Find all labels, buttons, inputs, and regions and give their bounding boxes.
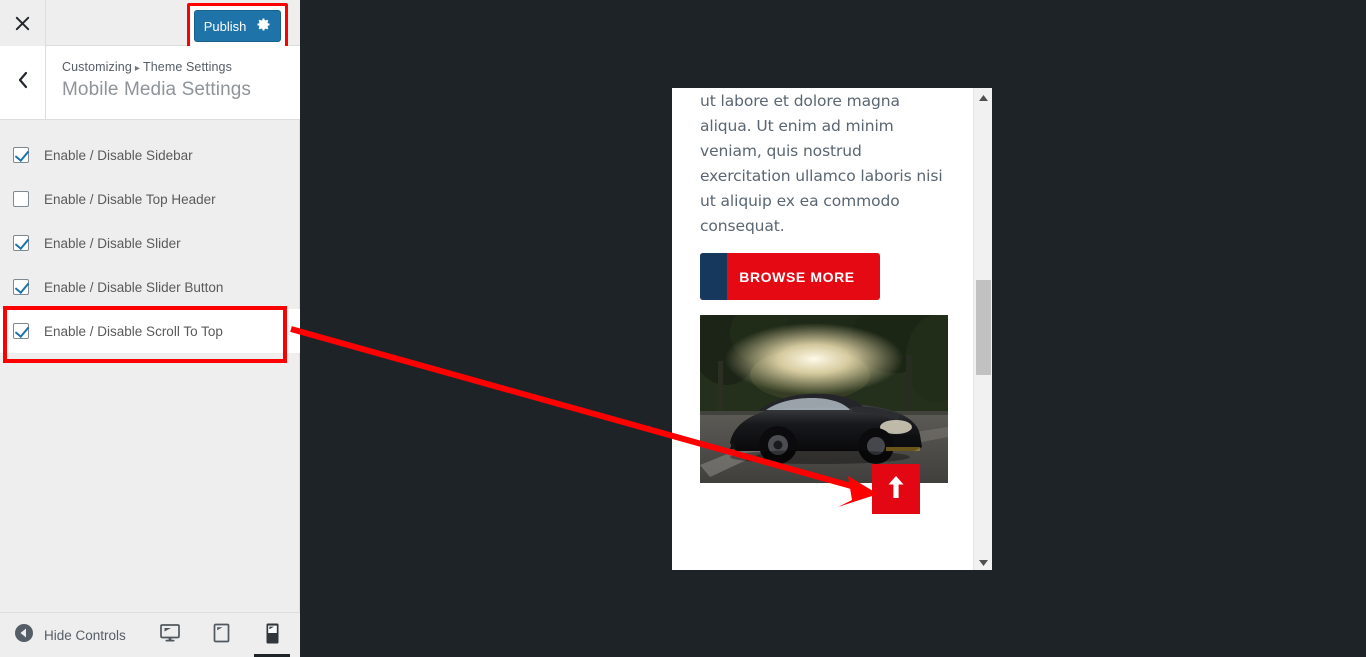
preview-scrollbar[interactable] xyxy=(973,88,992,570)
breadcrumb-separator-icon: ▸ xyxy=(134,63,140,74)
sidebar-header: Publish xyxy=(0,0,300,49)
checkbox-row-slider[interactable]: Enable / Disable Slider xyxy=(0,221,300,265)
checkbox-top-header[interactable] xyxy=(13,191,29,207)
checkbox-sidebar[interactable] xyxy=(13,147,29,163)
desktop-icon xyxy=(160,624,180,647)
caret-up-icon xyxy=(979,88,988,106)
mobile-icon xyxy=(266,623,279,649)
chevron-left-icon xyxy=(17,71,29,94)
preview-body-text: ut labore et dolore magna aliqua. Ut eni… xyxy=(700,92,943,235)
browse-more-button[interactable]: BROWSE MORE xyxy=(700,253,880,300)
checkbox-scroll-to-top[interactable] xyxy=(13,323,29,339)
checkbox-slider-button[interactable] xyxy=(13,279,29,295)
close-icon xyxy=(15,16,30,31)
page-title: Mobile Media Settings xyxy=(62,79,252,100)
customizer-sidebar: Publish Customizing ▸ Theme Settings Mob… xyxy=(0,0,300,657)
arrow-up-icon xyxy=(886,474,906,505)
scrollbar-up-button[interactable] xyxy=(974,88,992,105)
tablet-icon xyxy=(213,623,230,648)
scrollbar-down-button[interactable] xyxy=(974,553,992,570)
hide-controls-button[interactable]: Hide Controls xyxy=(14,623,126,648)
checkbox-label-slider: Enable / Disable Slider xyxy=(44,235,181,251)
hide-controls-label: Hide Controls xyxy=(44,627,126,643)
device-button-mobile[interactable] xyxy=(254,613,290,657)
checkbox-label-top-header: Enable / Disable Top Header xyxy=(44,191,216,207)
checkbox-label-slider-button: Enable / Disable Slider Button xyxy=(44,279,224,295)
panel-title-group: Customizing ▸ Theme Settings Mobile Media … xyxy=(62,60,251,101)
close-customizer-button[interactable] xyxy=(0,0,46,46)
publish-button-label: Publish xyxy=(203,18,247,34)
breadcrumb: Customizing ▸ Theme Settings xyxy=(62,60,251,74)
preview-area: ut labore et dolore magna aliqua. Ut eni… xyxy=(301,0,1366,657)
publish-button[interactable]: Publish xyxy=(194,10,281,42)
breadcrumb-root[interactable]: Customizing xyxy=(62,60,132,74)
device-button-tablet[interactable] xyxy=(206,613,236,657)
checkbox-label-scroll-to-top: Enable / Disable Scroll To Top xyxy=(44,323,223,339)
publish-highlight-annotation: Publish xyxy=(187,3,288,49)
scroll-to-top-button[interactable] xyxy=(872,464,920,514)
checkbox-slider[interactable] xyxy=(13,235,29,251)
customizer-screen: Publish Customizing ▸ Theme Settings Mob… xyxy=(0,0,1366,657)
preview-page-content: ut labore et dolore magna aliqua. Ut eni… xyxy=(672,88,973,570)
panel-back-button[interactable] xyxy=(0,46,46,119)
scrollbar-thumb[interactable] xyxy=(976,280,991,375)
panel-title-bar: Customizing ▸ Theme Settings Mobile Media … xyxy=(0,46,300,120)
device-button-desktop[interactable] xyxy=(155,613,185,657)
breadcrumb-parent[interactable]: Theme Settings xyxy=(143,60,232,74)
caret-down-icon xyxy=(979,553,988,571)
device-preview-switcher xyxy=(155,613,290,657)
caret-left-circle-icon xyxy=(14,623,34,648)
preview-car-image xyxy=(700,315,948,483)
checkbox-row-scroll-to-top[interactable]: Enable / Disable Scroll To Top xyxy=(0,309,300,353)
gear-icon[interactable] xyxy=(256,17,271,35)
browse-more-label: BROWSE MORE xyxy=(739,268,855,285)
checkbox-row-top-header[interactable]: Enable / Disable Top Header xyxy=(0,177,300,221)
checkbox-row-slider-button[interactable]: Enable / Disable Slider Button xyxy=(0,265,300,309)
mobile-preview-frame: ut labore et dolore magna aliqua. Ut eni… xyxy=(672,88,992,570)
checkbox-label-sidebar: Enable / Disable Sidebar xyxy=(44,147,193,163)
sidebar-footer: Hide Controls xyxy=(0,612,300,657)
settings-checkbox-list: Enable / Disable Sidebar Enable / Disabl… xyxy=(0,133,300,353)
checkbox-row-sidebar[interactable]: Enable / Disable Sidebar xyxy=(0,133,300,177)
